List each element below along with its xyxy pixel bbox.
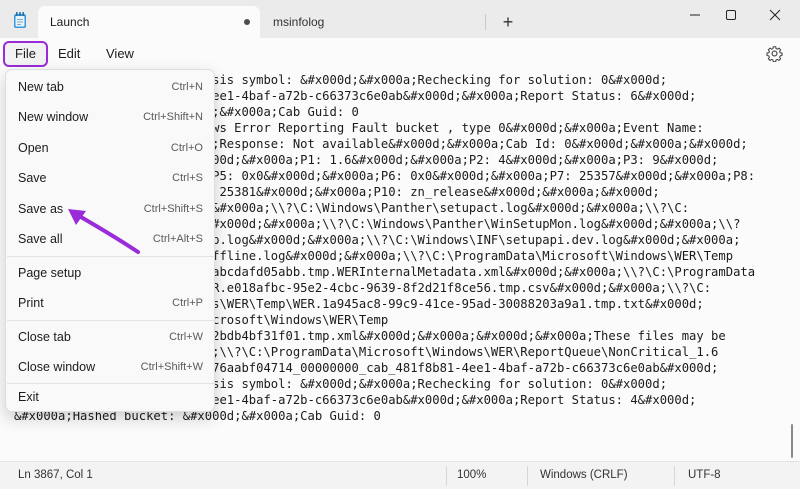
line-ending[interactable]: Windows (CRLF) [540, 469, 628, 481]
menu-item-new-window[interactable]: New window Ctrl+Shift+N [6, 102, 214, 132]
close-icon[interactable] [760, 4, 790, 26]
menu-item-label: Save as [18, 202, 64, 216]
menu-view[interactable]: View [106, 38, 134, 69]
menu-item-exit[interactable]: Exit [6, 382, 214, 412]
menu-item-shortcut: Ctrl+Shift+N [143, 111, 203, 123]
menu-item-shortcut: Ctrl+W [169, 331, 203, 343]
menu-edit[interactable]: Edit [58, 38, 80, 69]
menu-divider [7, 320, 214, 321]
minimize-icon[interactable] [680, 4, 710, 26]
status-divider [527, 466, 528, 486]
menu-bar: File Edit View [0, 38, 800, 69]
zoom-level[interactable]: 100% [457, 469, 486, 481]
menu-item-label: Open [18, 141, 49, 155]
menu-item-label: Close tab [18, 330, 71, 344]
menu-item-shortcut: Ctrl+Shift+S [143, 203, 203, 215]
menu-item-label: Close window [18, 360, 96, 374]
menu-item-close-window[interactable]: Close window Ctrl+Shift+W [6, 352, 214, 382]
menu-item-shortcut: Ctrl+Alt+S [152, 233, 203, 245]
menu-item-close-tab[interactable]: Close tab Ctrl+W [6, 322, 214, 352]
notepad-app-icon [14, 12, 26, 28]
tab-msinfolog[interactable]: msinfolog [263, 6, 488, 38]
tab-launch[interactable]: Launch [38, 6, 260, 38]
menu-item-shortcut: Ctrl+N [171, 81, 203, 93]
cursor-position: Ln 3867, Col 1 [18, 469, 93, 481]
menu-item-label: New tab [18, 80, 64, 94]
maximize-icon[interactable] [716, 4, 746, 26]
menu-item-label: New window [18, 110, 89, 124]
menu-item-label: Save [18, 171, 47, 185]
tab-label: Launch [50, 15, 90, 29]
status-divider [446, 466, 447, 486]
menu-item-print[interactable]: Print Ctrl+P [6, 288, 214, 318]
menu-file[interactable]: File [3, 41, 48, 67]
pointer-arrow-icon [68, 209, 140, 254]
status-divider [674, 466, 675, 486]
title-bar: Launch msinfolog + [0, 0, 800, 38]
vertical-scrollbar[interactable] [791, 424, 793, 458]
menu-item-shortcut: Ctrl+S [172, 172, 203, 184]
status-bar: Ln 3867, Col 1 100% Windows (CRLF) UTF-8 [0, 461, 800, 489]
menu-item-label: Exit [18, 390, 39, 404]
menu-item-label: Print [18, 296, 44, 310]
menu-item-open[interactable]: Open Ctrl+O [6, 133, 214, 163]
tab-divider [485, 14, 486, 30]
gear-icon[interactable] [766, 45, 783, 62]
menu-item-save[interactable]: Save Ctrl+S [6, 163, 214, 193]
encoding[interactable]: UTF-8 [688, 469, 721, 481]
tab-label: msinfolog [273, 15, 325, 29]
menu-item-shortcut: Ctrl+P [172, 297, 203, 309]
unsaved-dot-icon[interactable] [244, 19, 250, 25]
menu-item-shortcut: Ctrl+O [170, 142, 203, 154]
new-tab-button[interactable]: + [498, 13, 518, 33]
menu-item-page-setup[interactable]: Page setup [6, 258, 214, 288]
menu-item-label: Page setup [18, 266, 82, 280]
menu-item-new-tab[interactable]: New tab Ctrl+N [6, 72, 214, 102]
menu-item-label: Save all [18, 232, 63, 246]
menu-item-shortcut: Ctrl+Shift+W [140, 361, 203, 373]
